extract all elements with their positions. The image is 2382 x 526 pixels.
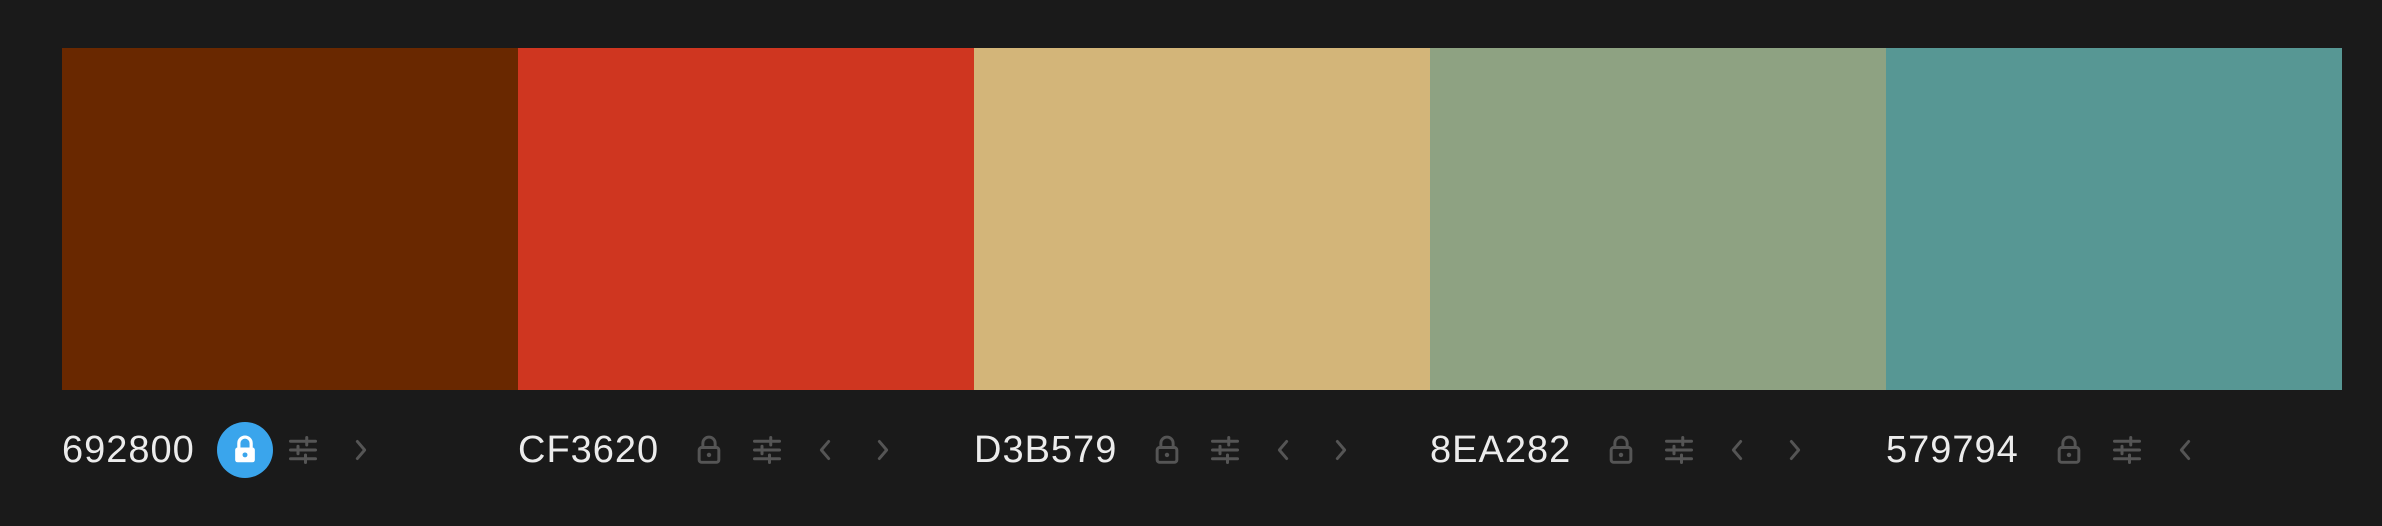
color-controls: 579794 xyxy=(1886,410,2342,490)
move-left-button[interactable] xyxy=(2157,422,2213,478)
adjust-icon xyxy=(752,436,782,464)
lock-icon xyxy=(230,434,260,466)
adjust-button[interactable] xyxy=(275,422,331,478)
adjust-button[interactable] xyxy=(739,422,795,478)
adjust-button[interactable] xyxy=(2099,422,2155,478)
color-controls: CF3620 xyxy=(518,410,974,490)
color-controls-row: 692800 CF3620 D3B579 8EA282 579794 xyxy=(62,410,2342,490)
color-controls: D3B579 xyxy=(974,410,1430,490)
adjust-icon xyxy=(1210,436,1240,464)
color-controls: 8EA282 xyxy=(1430,410,1886,490)
lock-button[interactable] xyxy=(1139,422,1195,478)
hex-code-label[interactable]: 692800 xyxy=(62,429,195,472)
lock-icon xyxy=(2054,434,2084,466)
lock-button[interactable] xyxy=(216,422,273,478)
move-right-button[interactable] xyxy=(1313,422,1369,478)
move-right-button[interactable] xyxy=(855,422,911,478)
chevron-left-icon xyxy=(2177,439,2193,461)
chevron-right-icon xyxy=(1333,439,1349,461)
color-controls: 692800 xyxy=(62,410,518,490)
move-right-button[interactable] xyxy=(1767,422,1823,478)
lock-button[interactable] xyxy=(681,422,737,478)
chevron-right-icon xyxy=(1787,439,1803,461)
lock-button[interactable] xyxy=(1593,422,1649,478)
hex-code-label[interactable]: CF3620 xyxy=(518,429,659,472)
move-right-button[interactable] xyxy=(333,422,389,478)
hex-code-label[interactable]: D3B579 xyxy=(974,429,1117,472)
adjust-button[interactable] xyxy=(1197,422,1253,478)
swatch-strip xyxy=(62,48,2342,390)
move-left-button[interactable] xyxy=(1709,422,1765,478)
lock-icon xyxy=(1152,434,1182,466)
lock-icon xyxy=(1606,434,1636,466)
adjust-icon xyxy=(2112,436,2142,464)
hex-code-label[interactable]: 579794 xyxy=(1886,429,2019,472)
adjust-icon xyxy=(288,436,318,464)
color-swatch[interactable] xyxy=(974,48,1430,390)
lock-icon xyxy=(694,434,724,466)
move-left-button[interactable] xyxy=(1255,422,1311,478)
chevron-left-icon xyxy=(1729,439,1745,461)
chevron-left-icon xyxy=(817,439,833,461)
chevron-left-icon xyxy=(1275,439,1291,461)
adjust-button[interactable] xyxy=(1651,422,1707,478)
color-swatch[interactable] xyxy=(518,48,974,390)
move-left-button[interactable] xyxy=(797,422,853,478)
color-swatch[interactable] xyxy=(1430,48,1886,390)
color-swatch[interactable] xyxy=(1886,48,2342,390)
adjust-icon xyxy=(1664,436,1694,464)
chevron-right-icon xyxy=(875,439,891,461)
color-swatch[interactable] xyxy=(62,48,518,390)
palette-app: 692800 CF3620 D3B579 8EA282 579794 xyxy=(0,0,2382,526)
hex-code-label[interactable]: 8EA282 xyxy=(1430,429,1571,472)
lock-button[interactable] xyxy=(2041,422,2097,478)
chevron-right-icon xyxy=(353,439,369,461)
